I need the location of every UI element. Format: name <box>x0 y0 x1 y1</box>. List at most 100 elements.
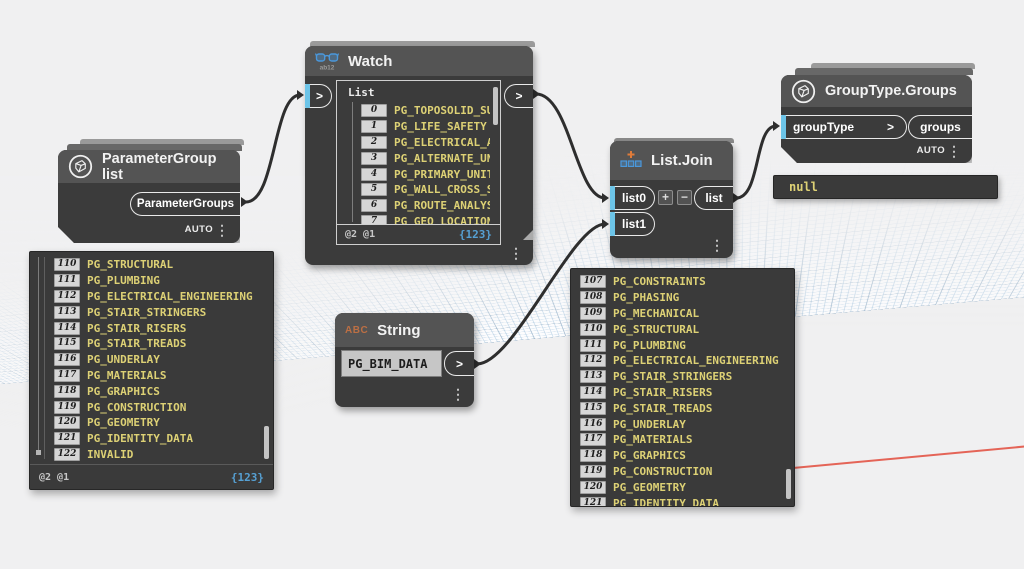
port-accent-stripe <box>305 84 310 108</box>
wire-end-arrow <box>602 193 609 203</box>
list-item: 111 PG_PLUMBING <box>54 273 261 289</box>
list-item-value: PG_ELECTRICAL_ENGINEERING <box>87 289 253 303</box>
list-item-value: PG_MATERIALS <box>613 433 693 447</box>
port-out-parametergroups[interactable]: ParameterGroups <box>130 192 240 216</box>
add-input-button[interactable]: + <box>658 190 673 205</box>
port-out-watch[interactable]: > <box>504 84 533 108</box>
node-parameter-group-list[interactable]: ParameterGroup list ParameterGroups AUTO… <box>58 139 244 243</box>
list-item: 113 PG_STAIR_STRINGERS <box>54 304 261 320</box>
port-in-grouptype[interactable]: groupType > <box>781 115 907 139</box>
list-item-value: PG_UNDERLAY <box>613 417 686 431</box>
watch-footer: @2 @1 {123} <box>337 224 500 244</box>
list-index-badge: 4 <box>361 167 387 181</box>
scrollbar-thumb[interactable] <box>786 469 791 499</box>
list-index-badge: 108 <box>580 291 606 305</box>
lacing-mode[interactable]: AUTO <box>917 145 945 156</box>
port-in-list0[interactable]: list0 <box>610 186 655 210</box>
list-item: 0 PG_TOPOSOLID_SUBD <box>361 103 490 119</box>
list-item: 2 PG_ELECTRICAL_ANA <box>361 135 490 151</box>
list-item-value: PG_ROUTE_ANALYSIS <box>394 199 490 213</box>
node-header[interactable]: ab12 Watch <box>305 46 533 76</box>
port-in-list1[interactable]: list1 <box>610 212 655 236</box>
scrollbar-thumb[interactable] <box>493 87 498 125</box>
list-item: 120 PG_GEOMETRY <box>54 415 261 431</box>
list-index-badge: 0 <box>361 104 387 118</box>
port-accent-stripe <box>781 115 786 139</box>
list-index-badge: 119 <box>54 400 80 414</box>
list-index-badge: 117 <box>54 368 80 382</box>
wire-end-arrow <box>602 219 609 229</box>
list-item: 116 PG_UNDERLAY <box>580 416 784 432</box>
list-item-value: PG_CONSTRUCTION <box>87 400 187 414</box>
resize-grip[interactable] <box>523 230 533 240</box>
string-value-input[interactable]: PG_BIM_DATA <box>341 350 442 377</box>
list-item-value: PG_ELECTRICAL_ANA <box>394 135 490 149</box>
port-out-list[interactable]: list <box>694 186 733 210</box>
list-index-badge: 6 <box>361 199 387 213</box>
list-item: 118 PG_GRAPHICS <box>54 383 261 399</box>
remove-input-button[interactable]: − <box>677 190 692 205</box>
list-item: 112 PG_ELECTRICAL_ENGINEERING <box>580 353 784 369</box>
list-index-badge: 109 <box>580 306 606 320</box>
list-index-badge: 116 <box>54 353 80 367</box>
list-index-badge: 115 <box>580 401 606 415</box>
list-index-badge: 117 <box>580 433 606 447</box>
wire-listjoin-to-grouptype[interactable] <box>734 124 778 200</box>
node-header[interactable]: ABC String <box>335 313 474 347</box>
list-item-value: PG_WALL_CROSS_SEC <box>394 183 490 197</box>
list-item-value: PG_PLUMBING <box>613 338 686 352</box>
list-item-value: PG_CONSTRUCTION <box>613 464 713 478</box>
list-item-value: PG_STAIR_TREADS <box>87 337 187 351</box>
lacing-mode[interactable]: AUTO <box>185 224 213 235</box>
node-grouptype-groups[interactable]: GroupType.Groups groupType > groups AUTO… <box>781 63 975 163</box>
list-index-badge: 2 <box>361 135 387 149</box>
list-item: 117 PG_MATERIALS <box>54 368 261 384</box>
list-item-value: PG_GEOMETRY <box>87 416 160 430</box>
wire-start-arrow <box>241 197 248 207</box>
list-item-value: PG_IDENTITY_DATA <box>613 496 719 506</box>
port-out-string[interactable]: > <box>444 351 474 376</box>
list-index-badge: 1 <box>361 120 387 134</box>
port-out-groups[interactable]: groups <box>908 115 972 139</box>
list-item: 114 PG_STAIR_RISERS <box>580 385 784 401</box>
list-item-value: PG_PHASING <box>613 291 680 305</box>
node-header[interactable]: ParameterGroup list <box>58 150 240 183</box>
list-item-value: PG_MECHANICAL <box>613 306 700 320</box>
list-index-badge: 113 <box>580 370 606 384</box>
context-menu-icon[interactable]: ⋮ <box>509 246 523 260</box>
list-item: 111 PG_PLUMBING <box>580 337 784 353</box>
watch-glasses-icon: ab12 <box>315 53 339 72</box>
context-menu-icon[interactable]: ⋮ <box>451 387 465 401</box>
preview-bubble-null: null <box>773 175 998 199</box>
list-item: 110 PG_STRUCTURAL <box>580 321 784 337</box>
list-index-badge: 110 <box>580 322 606 336</box>
node-list-join[interactable]: List.Join list0 list1 + − list ⋮ <box>610 138 734 258</box>
preview-list-rows: 107 PG_CONSTRAINTS 108 PG_PHASING 109 PG… <box>580 274 784 506</box>
context-menu-icon[interactable]: ⋮ <box>215 223 229 237</box>
node-string[interactable]: ABC String PG_BIM_DATA > ⋮ <box>335 313 474 407</box>
scrollbar-thumb[interactable] <box>264 426 269 459</box>
node-header[interactable]: List.Join <box>610 141 733 180</box>
wire-start-arrow <box>533 89 540 99</box>
list-index-badge: 121 <box>580 496 606 506</box>
context-menu-icon[interactable]: ⋮ <box>710 238 724 252</box>
list-item: 114 PG_STAIR_RISERS <box>54 320 261 336</box>
list-index-badge: 112 <box>580 354 606 368</box>
list-item-value: PG_STAIR_STRINGERS <box>613 370 733 384</box>
list-item: 119 PG_CONSTRUCTION <box>580 464 784 480</box>
preview-list-rows: 110 PG_STRUCTURAL 111 PG_PLUMBING 112 PG… <box>54 257 261 463</box>
list-index-badge: 107 <box>580 275 606 289</box>
list-item-value: PG_STAIR_TREADS <box>613 401 713 415</box>
dynamo-workspace[interactable]: ParameterGroup list ParameterGroups AUTO… <box>0 0 1024 569</box>
port-in-watch[interactable]: > <box>305 84 332 108</box>
list-item-value: PG_PRIMARY_UNITS <box>394 167 490 181</box>
list-item: 109 PG_MECHANICAL <box>580 306 784 322</box>
node-header[interactable]: GroupType.Groups <box>781 75 972 107</box>
list-item: 1 PG_LIFE_SAFETY <box>361 119 490 135</box>
context-menu-icon[interactable]: ⋮ <box>947 144 961 158</box>
tree-guide-end <box>36 450 41 455</box>
wire-watch-to-list0[interactable] <box>534 92 607 200</box>
node-watch[interactable]: ab12 Watch > > List 0 PG_TOPOSOLID_SUBD … <box>305 41 535 265</box>
wire-parametergroups-to-watch[interactable] <box>244 93 302 204</box>
tree-guide-line <box>44 257 45 459</box>
